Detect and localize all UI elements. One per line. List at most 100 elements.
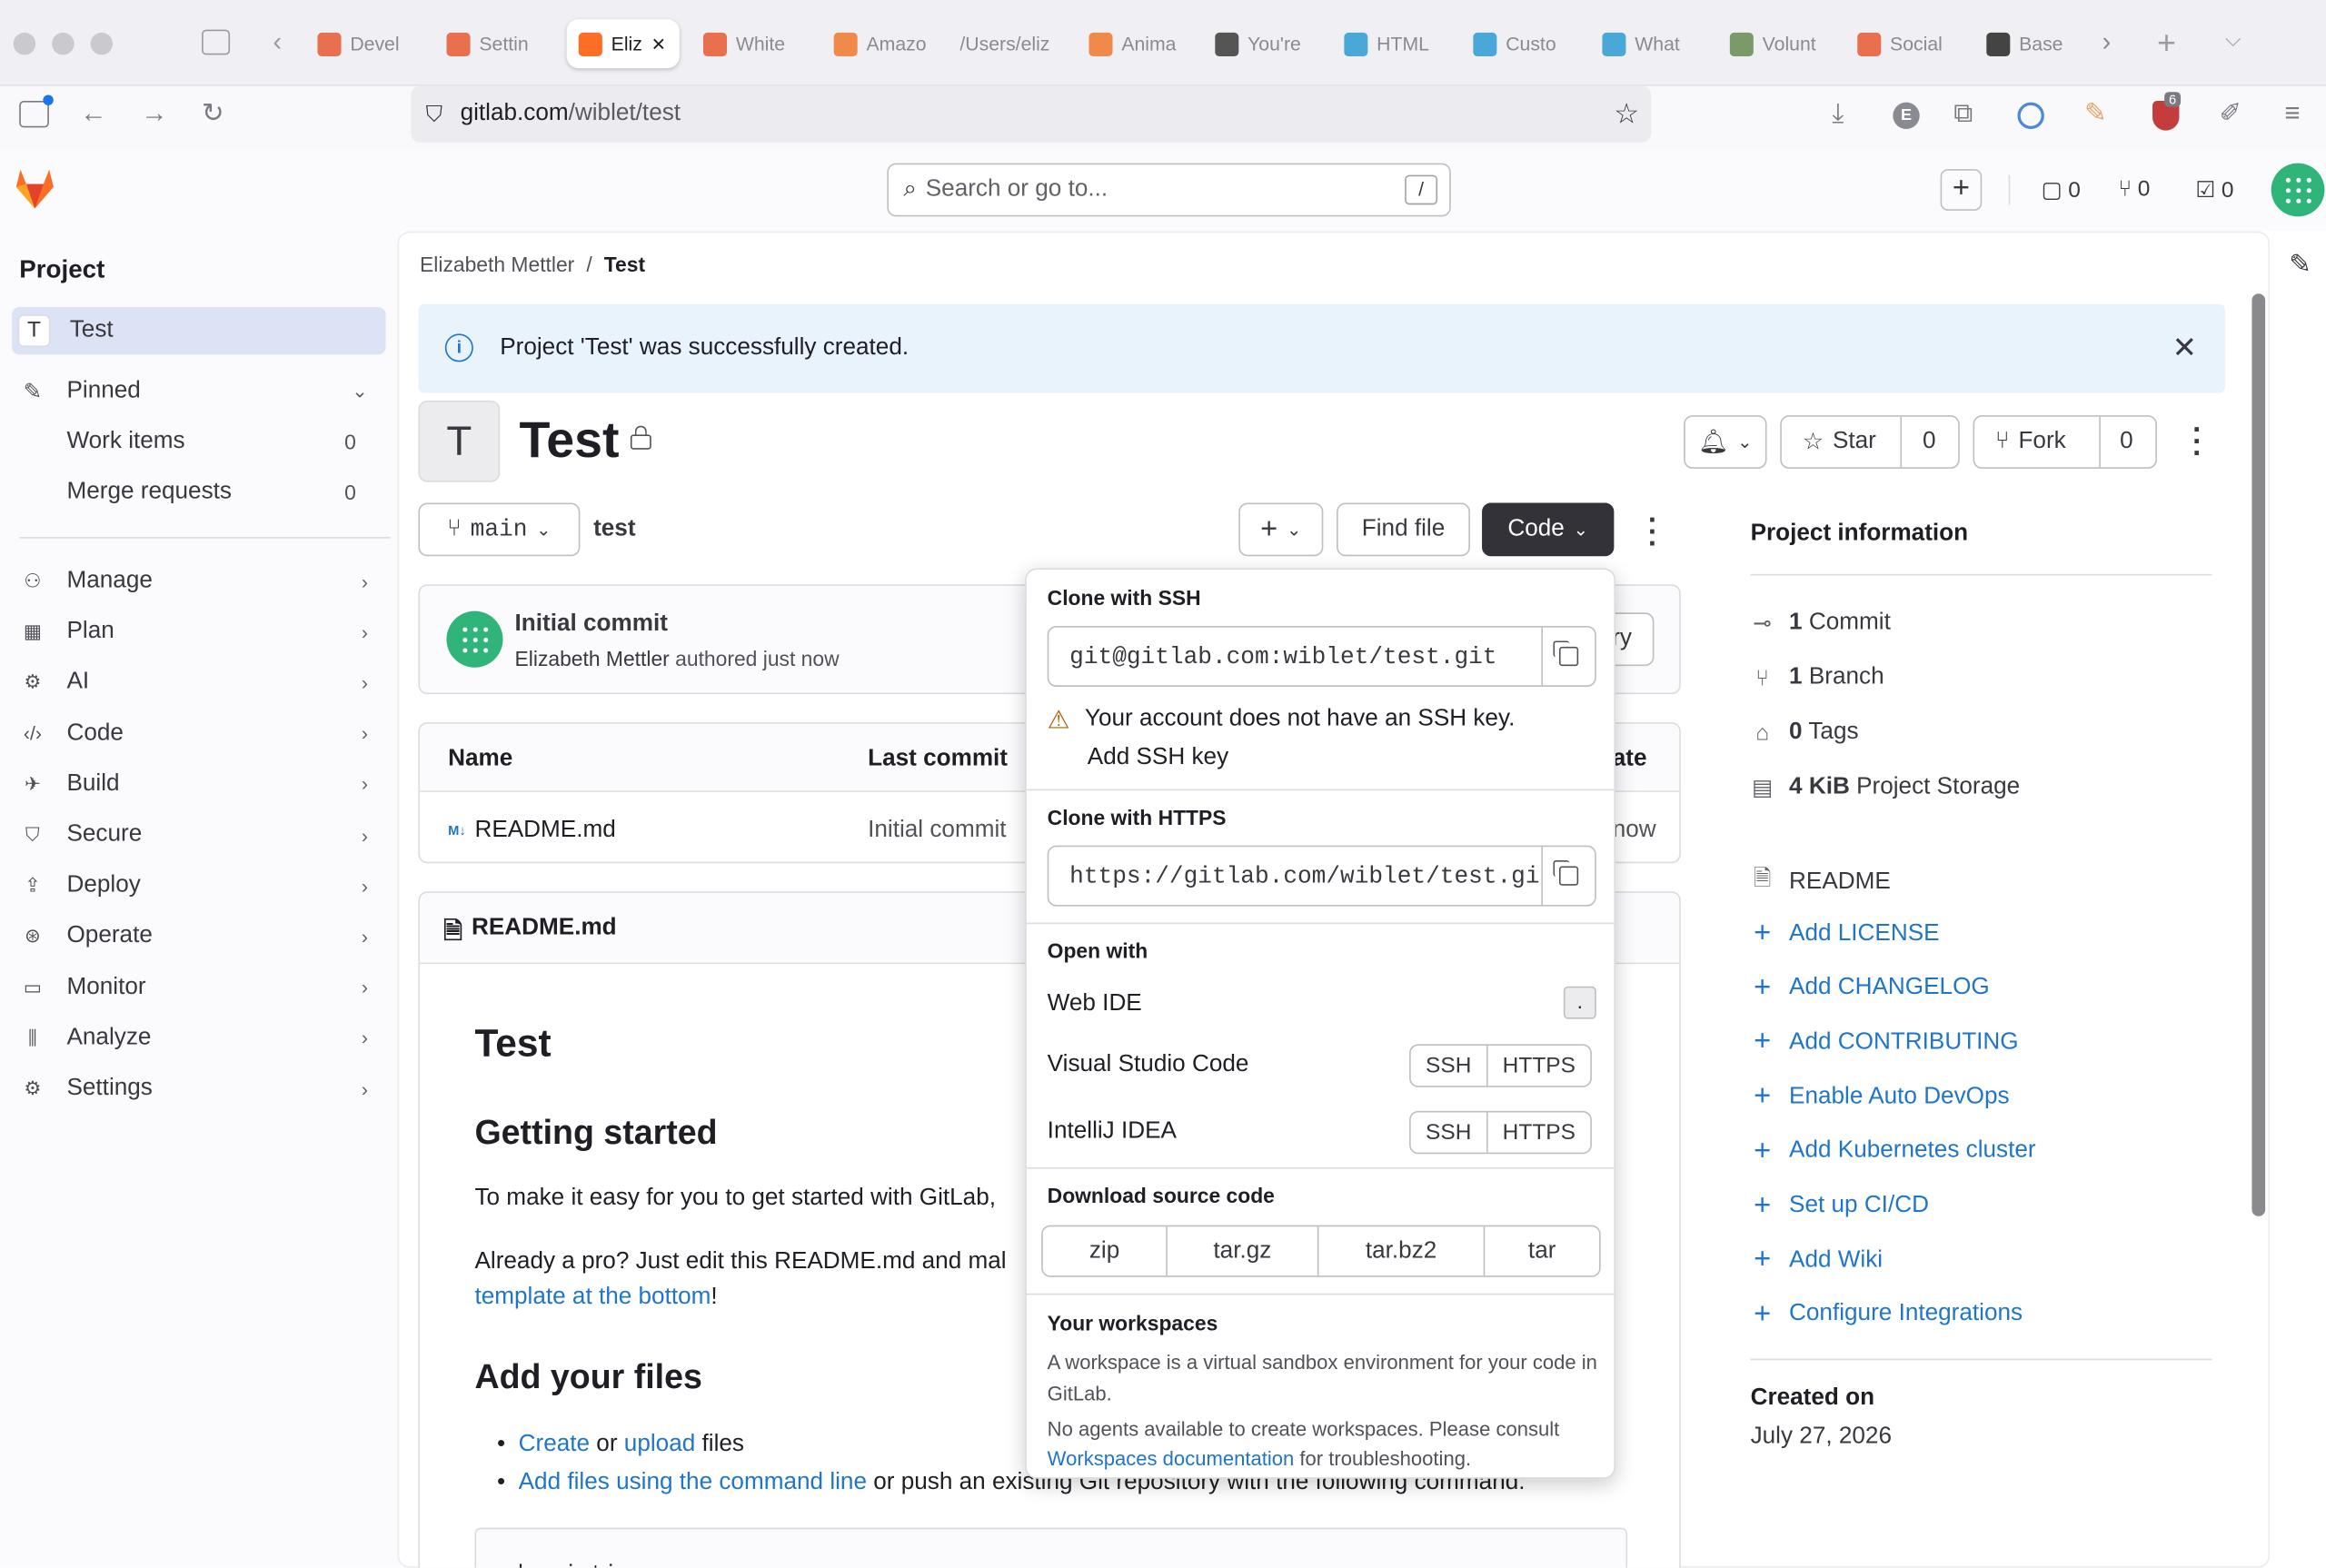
browser-tab[interactable]: Social: [1857, 19, 1973, 68]
add-ssh-key-link[interactable]: Add SSH key: [1088, 745, 1228, 771]
extension-brush-icon[interactable]: ✎: [2084, 98, 2107, 128]
sidebar-item-secure[interactable]: ⛉ Secure ›: [12, 811, 385, 858]
table-row[interactable]: M↓ README.md: [448, 818, 616, 844]
sidebar-pinned-item[interactable]: Merge requests 0: [12, 469, 385, 516]
extension-1password-icon[interactable]: [2017, 102, 2044, 130]
project-info-add-link[interactable]: + Add Kubernetes cluster: [1751, 1135, 2035, 1169]
browser-tab[interactable]: /Users/eliz: [959, 19, 1075, 68]
intellij-https-button[interactable]: HTTPS: [1486, 1112, 1591, 1153]
browser-tab[interactable]: Devel: [317, 19, 432, 68]
https-url-field[interactable]: https://gitlab.com/wiblet/test.git: [1047, 845, 1596, 907]
browser-tab[interactable]: White: [702, 19, 819, 68]
project-info-add-link[interactable]: + Add CONTRIBUTING: [1751, 1026, 2018, 1060]
sidebar-item-settings[interactable]: ⚙ Settings ›: [12, 1065, 385, 1112]
new-tab-icon[interactable]: +: [2157, 24, 2176, 62]
notification-button[interactable]: 🔔︎ ⌄: [1684, 415, 1767, 469]
search-input[interactable]: ⌕ Search or go to... /: [887, 163, 1451, 217]
project-info-add-link[interactable]: + Enable Auto DevOps: [1751, 1080, 2009, 1115]
web-ide-item[interactable]: Web IDE: [1048, 991, 1142, 1017]
vscode-https-button[interactable]: HTTPS: [1486, 1046, 1591, 1087]
sidebar-pinned-item[interactable]: Work items 0: [12, 418, 385, 465]
copy-ssh-url-button[interactable]: [1541, 627, 1595, 686]
breadcrumb-project[interactable]: Test: [604, 253, 645, 276]
extension-e-icon[interactable]: E: [1893, 102, 1920, 130]
breadcrumb-owner[interactable]: Elizabeth Mettler: [420, 253, 574, 276]
browser-tab[interactable]: Settin: [446, 19, 562, 68]
browser-tab[interactable]: Eliz ✕: [566, 19, 680, 69]
copy-https-url-button[interactable]: [1541, 847, 1595, 905]
readme-template-link[interactable]: template at the bottom: [474, 1285, 711, 1310]
sidebar-project-item[interactable]: T Test: [12, 306, 386, 355]
commit-title[interactable]: Initial commit: [515, 611, 668, 638]
sidebar-item-ai[interactable]: ⚙ AI ›: [12, 660, 385, 707]
branches-link[interactable]: ⑂ 1 Branch: [1751, 664, 1884, 690]
tab-list-chevron-icon[interactable]: ⌵: [2225, 26, 2241, 52]
browser-tab[interactable]: Amazo: [833, 19, 949, 68]
window-minimize-dot[interactable]: [52, 32, 75, 55]
tab-overview-icon[interactable]: [202, 29, 231, 55]
avatar[interactable]: [2271, 163, 2325, 217]
sidebar-item-monitor[interactable]: ▭ Monitor ›: [12, 964, 385, 1011]
extension-puzzle-icon[interactable]: ⧉: [1953, 98, 1973, 128]
commit-author[interactable]: Elizabeth Mettler: [515, 647, 670, 670]
bookmark-star-icon[interactable]: ☆: [1614, 97, 1639, 132]
download-tar-bz2-button[interactable]: tar.bz2: [1317, 1226, 1484, 1276]
branch-selector[interactable]: ⑂ main ⌄: [418, 502, 581, 557]
dismiss-alert-close-icon[interactable]: ✕: [2172, 329, 2197, 366]
sidebar-item-plan[interactable]: ▦ Plan ›: [12, 609, 385, 656]
tab-close-icon[interactable]: ✕: [651, 34, 666, 55]
download-tar-gz-button[interactable]: tar.gz: [1166, 1226, 1317, 1276]
code-dropdown-button[interactable]: Code ⌄: [1482, 502, 1615, 557]
address-bar[interactable]: ⛉ gitlab.com/wiblet/test ☆: [411, 85, 1652, 143]
tabs-scroll-left-icon[interactable]: ‹: [273, 26, 282, 57]
repo-path[interactable]: test: [593, 516, 635, 542]
extension-ublock-icon[interactable]: 6: [2152, 92, 2182, 131]
issues-button[interactable]: ▢ 0: [2042, 176, 2081, 203]
browser-tab[interactable]: Base: [1986, 19, 2102, 68]
sidebar-item-deploy[interactable]: ⇪ Deploy ›: [12, 862, 385, 909]
download-tar-button[interactable]: tar: [1483, 1226, 1599, 1276]
eyedropper-icon[interactable]: ✐: [2220, 98, 2242, 128]
reload-icon[interactable]: ↻: [202, 98, 224, 128]
upload-link[interactable]: upload: [624, 1432, 695, 1457]
download-zip-button[interactable]: zip: [1043, 1226, 1167, 1275]
add-dropdown-button[interactable]: + ⌄: [1238, 502, 1324, 557]
browser-tab[interactable]: What: [1602, 19, 1717, 68]
project-info-add-link[interactable]: + Set up CI/CD: [1751, 1189, 1929, 1224]
edit-page-icon[interactable]: ✎: [2289, 249, 2311, 280]
sidebar-toggle-icon[interactable]: [19, 94, 54, 128]
downloads-icon[interactable]: ⤓: [1832, 98, 1844, 128]
project-info-add-link[interactable]: + Configure Integrations: [1751, 1297, 2023, 1332]
gitlab-logo-icon[interactable]: [12, 166, 58, 211]
window-zoom-dot[interactable]: [90, 32, 114, 55]
sidebar-item-build[interactable]: ✈ Build ›: [12, 760, 385, 808]
project-info-add-link[interactable]: + Add CHANGELOG: [1751, 971, 1990, 1006]
repo-actions-kebab-icon[interactable]: · · ·: [1648, 506, 1658, 560]
project-actions-kebab-icon[interactable]: · · ·: [2192, 415, 2202, 469]
forward-icon[interactable]: →: [141, 98, 167, 128]
merge-requests-button[interactable]: ⑂ 0: [2118, 176, 2150, 202]
vscode-ssh-button[interactable]: SSH: [1411, 1046, 1486, 1086]
intellij-ssh-button[interactable]: SSH: [1411, 1113, 1486, 1153]
commit-author-avatar[interactable]: [446, 610, 503, 668]
create-new-button[interactable]: +: [1940, 169, 1983, 211]
project-info-add-link[interactable]: + Add LICENSE: [1751, 917, 1939, 951]
sidebar-pinned[interactable]: ✎ Pinned ⌄: [12, 368, 385, 415]
sidebar-item-analyze[interactable]: ⫼ Analyze ›: [12, 1014, 385, 1061]
file-last-commit[interactable]: Initial commit: [868, 818, 1006, 844]
menu-icon[interactable]: ≡: [2284, 98, 2300, 128]
tabs-scroll-right-icon[interactable]: ›: [2102, 26, 2112, 57]
sidebar-item-code[interactable]: ‹/› Code ›: [12, 710, 385, 757]
readme-link[interactable]: 🗎︎ README: [1751, 863, 1891, 900]
command-line-link[interactable]: Add files using the command line: [519, 1470, 867, 1495]
tags-link[interactable]: ⌂ 0 Tags: [1751, 719, 1858, 746]
browser-tab[interactable]: Custo: [1473, 19, 1588, 68]
browser-tab[interactable]: Anima: [1088, 19, 1204, 68]
back-icon[interactable]: ←: [80, 98, 106, 128]
browser-tab[interactable]: You're: [1215, 19, 1330, 68]
browser-tab[interactable]: HTML: [1344, 19, 1459, 68]
browser-tab[interactable]: Volunt: [1729, 19, 1845, 68]
file-name[interactable]: README.md: [474, 818, 615, 844]
window-close-dot[interactable]: [13, 32, 36, 55]
sidebar-item-operate[interactable]: ⊛ Operate ›: [12, 913, 385, 960]
